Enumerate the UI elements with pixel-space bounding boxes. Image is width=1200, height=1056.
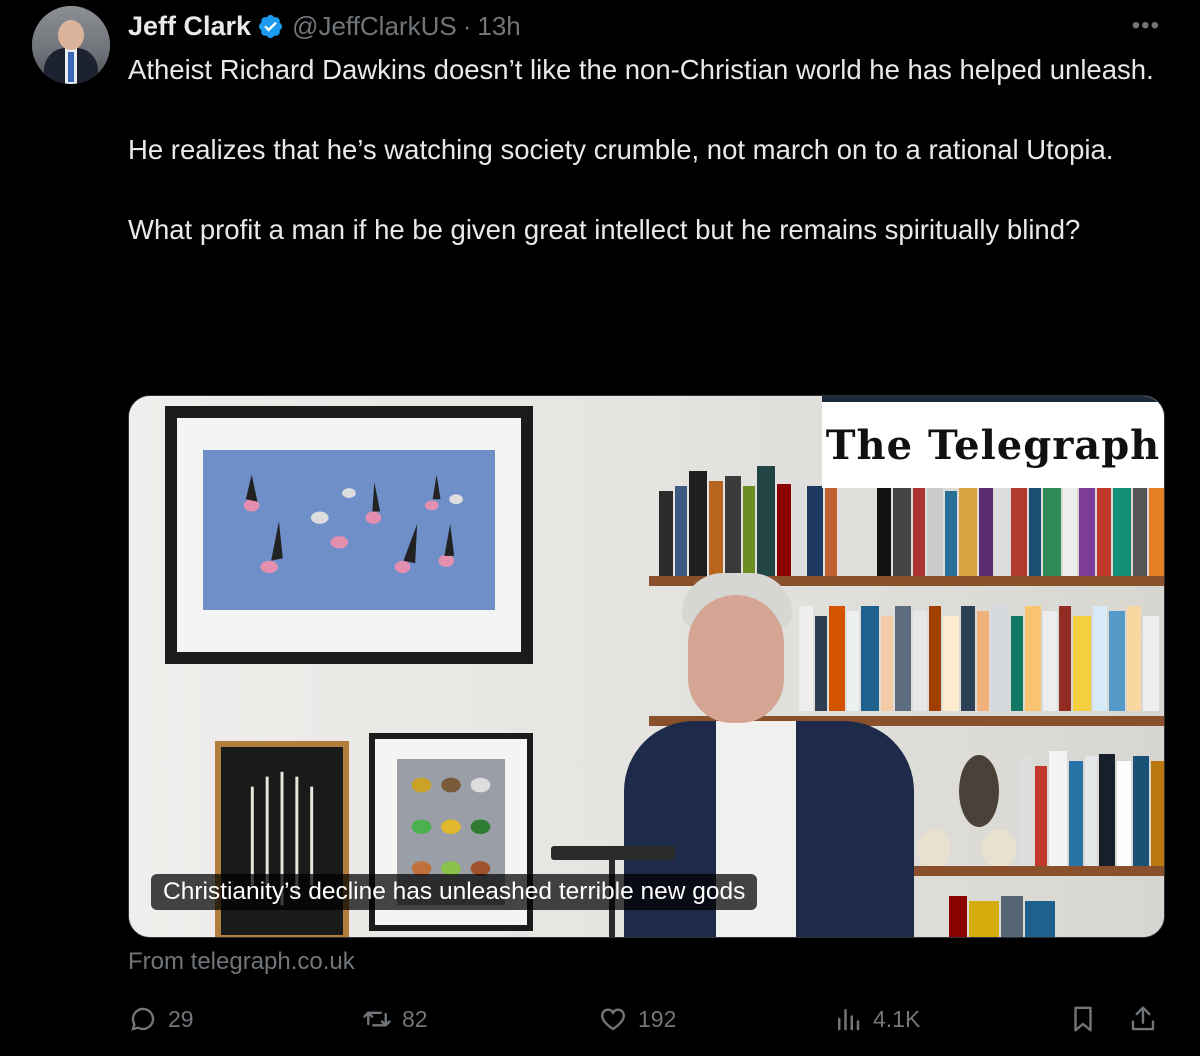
- card-caption[interactable]: Christianity’s decline has unleashed ter…: [151, 874, 758, 910]
- avatar-head: [58, 20, 84, 50]
- repost-button[interactable]: 82: [362, 1004, 428, 1034]
- heart-icon: [601, 1008, 625, 1031]
- verified-badge-icon: [259, 14, 283, 38]
- action-bar: 29 82 192 4.1K: [128, 1004, 1168, 1044]
- repost-count: 82: [402, 1005, 428, 1032]
- post-paragraph-3: What profit a man if he be given great i…: [128, 214, 1081, 245]
- link-card[interactable]: The Telegraph Christianity’s decline has…: [128, 395, 1165, 938]
- author-avatar[interactable]: [32, 6, 110, 84]
- card-source[interactable]: From telegraph.co.uk: [128, 948, 355, 976]
- birds-illustration: [243, 474, 463, 574]
- views-button[interactable]: 4.1K: [833, 1004, 920, 1034]
- repost-icon: [363, 1011, 391, 1027]
- bookmark-icon: [1074, 1006, 1092, 1032]
- reply-button[interactable]: 29: [128, 1004, 194, 1034]
- post-paragraph-1: Atheist Richard Dawkins doesn’t like the…: [128, 54, 1154, 85]
- author-name[interactable]: Jeff Clark: [128, 11, 251, 42]
- share-icon: [1131, 1006, 1155, 1031]
- subject-face: [688, 595, 784, 723]
- share-button[interactable]: [1128, 1004, 1158, 1034]
- view-count: 4.1K: [873, 1005, 921, 1032]
- avatar-tie: [68, 52, 74, 82]
- post-text: Atheist Richard Dawkins doesn’t like the…: [128, 50, 1178, 250]
- like-button[interactable]: 192: [598, 1004, 676, 1034]
- author-handle[interactable]: @JeffClarkUS: [292, 11, 457, 42]
- analytics-icon: [838, 1009, 860, 1031]
- post-header: Jeff Clark @JeffClarkUS · 13h: [128, 8, 521, 44]
- reply-icon: [131, 1007, 155, 1031]
- like-count: 192: [638, 1005, 677, 1032]
- separator: ·: [462, 10, 472, 41]
- more-options-icon[interactable]: •••: [1132, 12, 1160, 40]
- post-paragraph-2: He realizes that he’s watching society c…: [128, 134, 1114, 165]
- post-time[interactable]: 13h: [477, 11, 520, 42]
- bird-artwork: [165, 406, 533, 664]
- bookmark-button[interactable]: [1068, 1004, 1098, 1034]
- telegraph-logo: The Telegraph: [822, 396, 1164, 488]
- brand-name: The Telegraph: [825, 421, 1161, 469]
- reply-count: 29: [168, 1005, 194, 1032]
